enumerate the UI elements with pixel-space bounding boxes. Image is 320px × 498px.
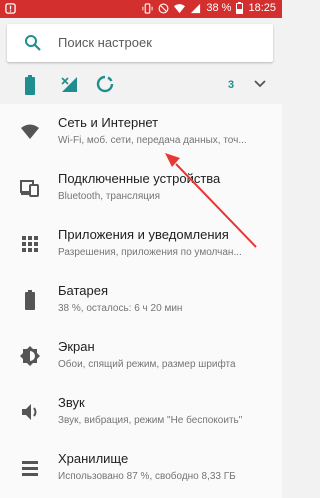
settings-item-subtitle: Звук, вибрация, режим "Не беспокоить" — [58, 415, 243, 426]
signal-icon — [191, 3, 201, 13]
battery-icon[interactable] — [24, 75, 36, 95]
settings-item-network[interactable]: Сеть и Интернет Wi-Fi, моб. сети, переда… — [0, 104, 282, 160]
settings-item-subtitle: Bluetooth, трансляция — [58, 191, 161, 202]
wifi-status-icon — [174, 3, 186, 13]
storage-icon — [22, 461, 38, 476]
search-bar[interactable]: Поиск настроек — [7, 24, 273, 62]
brightness-icon — [20, 346, 40, 366]
search-icon — [25, 35, 41, 51]
volume-icon — [22, 404, 37, 420]
suggestions-bar[interactable]: 3 — [0, 68, 282, 102]
settings-item-title: Приложения и уведомления — [58, 227, 229, 242]
settings-item-subtitle: Wi-Fi, моб. сети, передача данных, точ..… — [58, 135, 247, 146]
settings-item-title: Подключенные устройства — [58, 171, 221, 186]
settings-item-subtitle: Обои, спящий режим, размер шрифта — [58, 359, 236, 370]
settings-item-subtitle: Использовано 87 %, свободно 8,33 ГБ — [58, 471, 236, 482]
settings-item-title: Батарея — [58, 283, 109, 298]
settings-item-title: Хранилище — [58, 451, 129, 466]
status-bar-right: 38 % 18:25 — [142, 2, 276, 14]
vibrate-icon — [142, 2, 153, 14]
data-saver-icon[interactable] — [96, 75, 114, 93]
settings-item-apps[interactable]: Приложения и уведомления Разрешения, при… — [0, 216, 282, 272]
notification-alert-icon — [5, 3, 16, 14]
settings-item-sound[interactable]: Звук Звук, вибрация, режим "Не беспокоит… — [0, 384, 282, 440]
wifi-icon — [21, 124, 39, 139]
settings-item-display[interactable]: Экран Обои, спящий режим, размер шрифта — [0, 328, 282, 384]
connected-devices-icon — [20, 180, 39, 197]
settings-item-storage[interactable]: Хранилище Использовано 87 %, свободно 8,… — [0, 440, 282, 496]
do-not-disturb-icon — [158, 3, 169, 13]
suggestions-count: 3 — [228, 79, 235, 91]
status-bar-left — [5, 3, 16, 17]
clock: 18:25 — [248, 2, 276, 14]
settings-item-subtitle: 38 %, осталось: 6 ч 20 мин — [58, 303, 183, 314]
search-placeholder: Поиск настроек — [58, 35, 152, 50]
status-bar: 38 % 18:25 — [0, 0, 282, 18]
apps-grid-icon — [22, 236, 38, 252]
settings-item-title: Сеть и Интернет — [58, 115, 159, 130]
no-signal-icon[interactable] — [60, 75, 78, 93]
settings-item-battery[interactable]: Батарея 38 %, осталось: 6 ч 20 мин — [0, 272, 282, 328]
battery-icon — [25, 290, 35, 310]
settings-item-title: Звук — [58, 395, 85, 410]
battery-status-icon — [236, 2, 244, 14]
settings-item-subtitle: Разрешения, приложения по умолчан... — [58, 247, 242, 258]
settings-item-connected-devices[interactable]: Подключенные устройства Bluetooth, транс… — [0, 160, 282, 216]
chevron-down-icon[interactable] — [254, 79, 266, 89]
settings-list: Сеть и Интернет Wi-Fi, моб. сети, переда… — [0, 104, 282, 498]
battery-percent: 38 % — [206, 2, 232, 14]
settings-item-title: Экран — [58, 339, 95, 354]
